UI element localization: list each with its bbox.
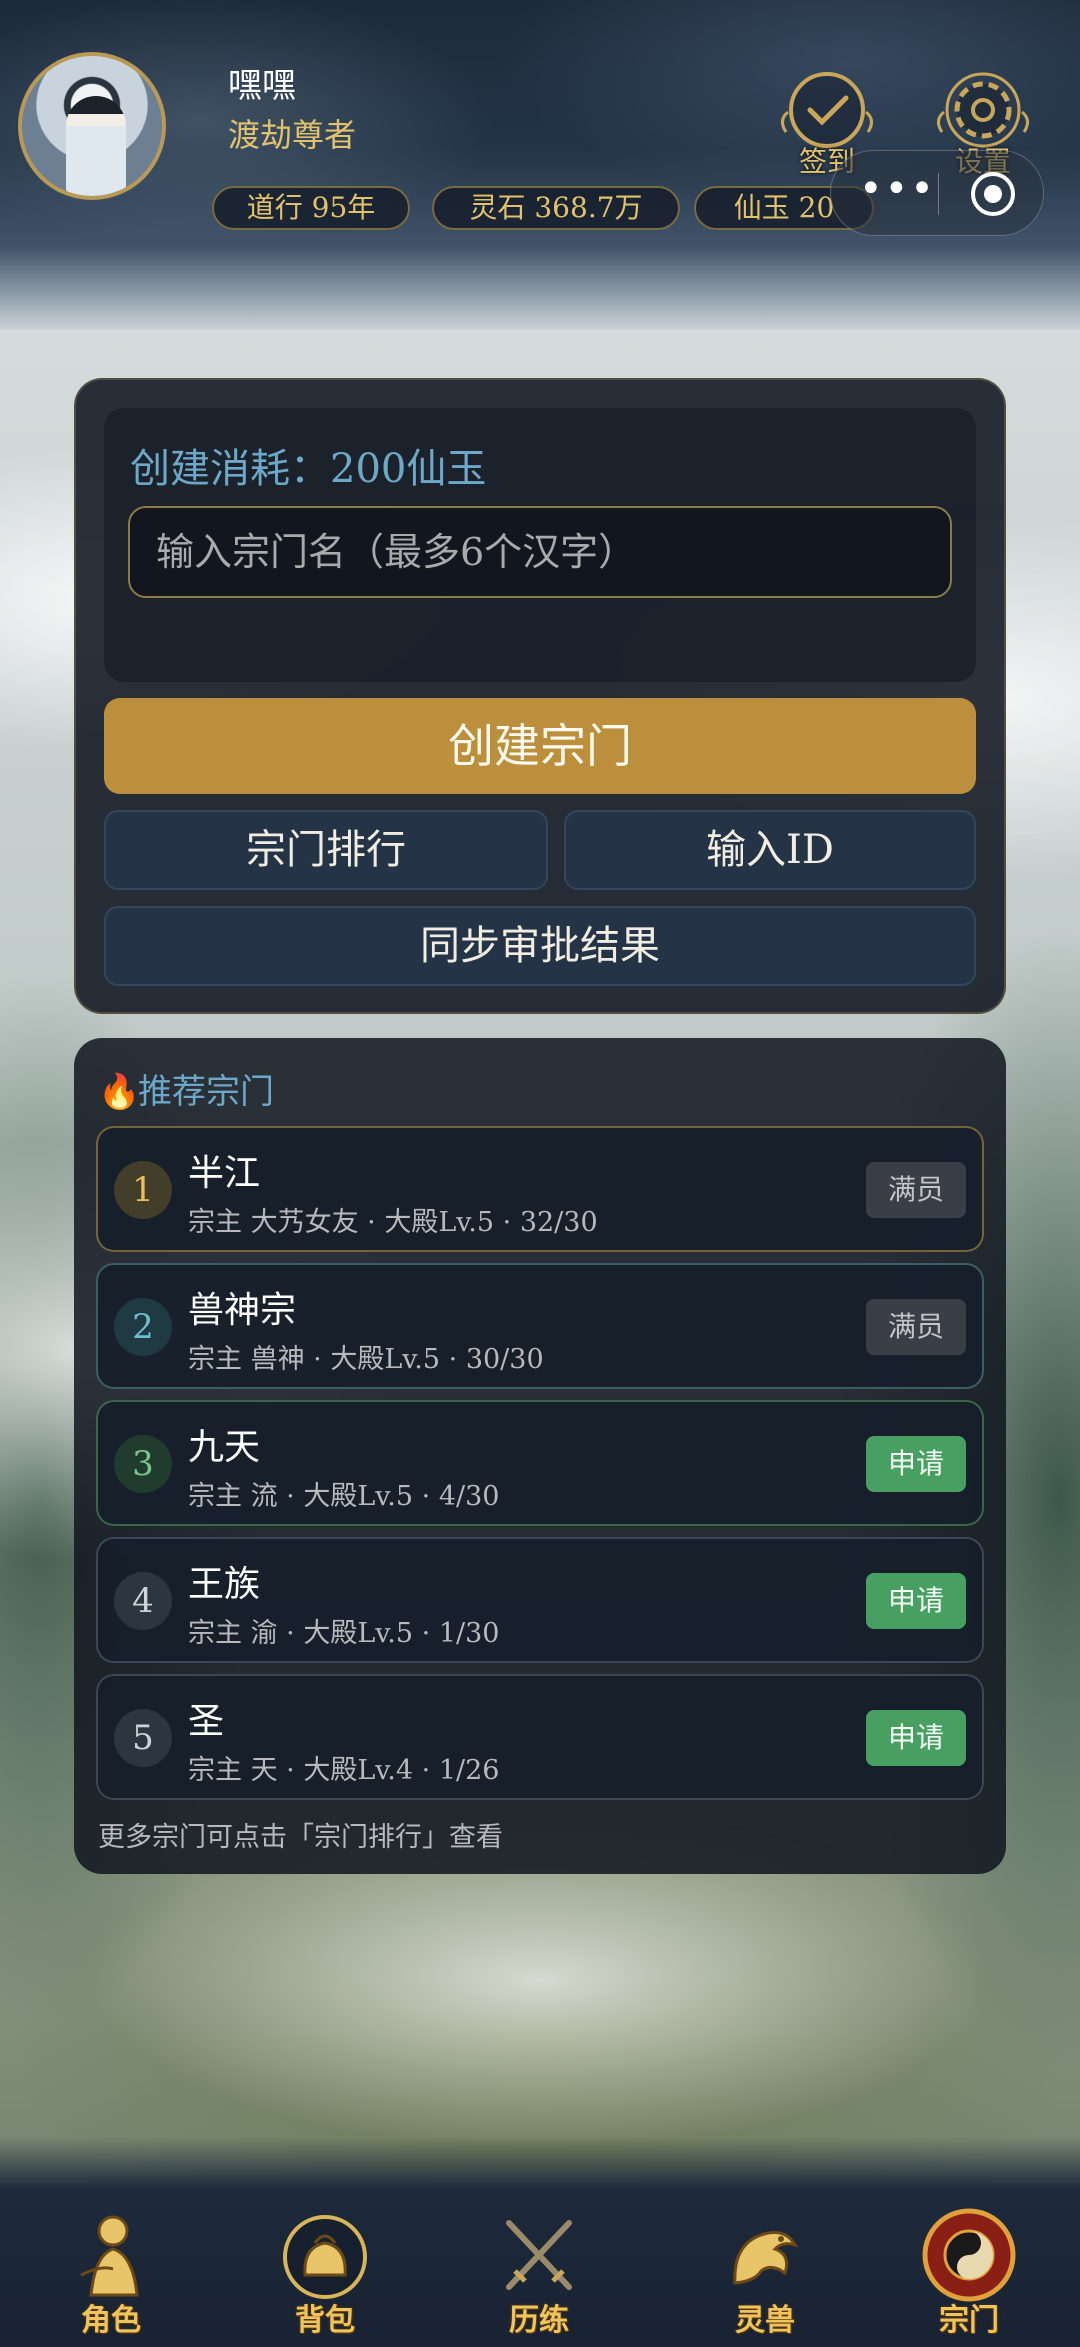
full-badge: 满员 [866,1162,966,1218]
sect-info: 宗主 大艿女友 · 大殿Lv.5 · 32/30 [188,1207,598,1238]
nav-label: 灵兽 [735,2303,795,2338]
sync-approval-button[interactable]: 同步审批结果 [104,906,976,986]
nav-character[interactable]: 角色 [56,2205,166,2338]
sect-info: 宗主 渝 · 大殿Lv.5 · 1/30 [188,1618,500,1649]
crossed-swords-icon [506,2220,572,2290]
more-menu-icon[interactable]: ••• [859,169,934,215]
rank-badge: 4 [114,1572,172,1630]
sect-name-input[interactable] [128,506,952,598]
recommended-header: 🔥推荐宗门 [98,1064,274,1113]
sect-row[interactable]: 4 王族 宗主 渝 · 大殿Lv.5 · 1/30 申请 [96,1537,984,1663]
apply-button[interactable]: 申请 [866,1573,966,1629]
nav-beast[interactable]: 灵兽 [710,2205,820,2338]
sect-info: 宗主 流 · 大殿Lv.5 · 4/30 [188,1481,500,1512]
recommended-title: 推荐宗门 [138,1072,274,1112]
sect-name: 王族 [188,1564,261,1605]
input-id-button[interactable]: 输入ID [564,810,976,890]
rank-badge: 1 [114,1161,172,1219]
nav-label: 宗门 [939,2303,999,2338]
player-avatar[interactable] [18,52,166,200]
sect-ranking-button[interactable]: 宗门排行 [104,810,548,890]
avatar-figure [66,96,126,196]
bag-icon [283,2215,367,2299]
apply-button[interactable]: 申请 [866,1436,966,1492]
settings-button[interactable]: 设置 [928,62,1038,178]
close-miniprogram-icon[interactable] [971,172,1015,216]
more-sects-hint: 更多宗门可点击「宗门排行」查看 [98,1822,503,1853]
sect-row[interactable]: 5 圣 宗主 天 · 大殿Lv.4 · 1/26 申请 [96,1674,984,1800]
sect-info: 宗主 天 · 大殿Lv.4 · 1/26 [188,1755,500,1786]
lingshi-pill: 灵石 368.7万 [432,186,680,230]
sect-row[interactable]: 3 九天 宗主 流 · 大殿Lv.5 · 4/30 申请 [96,1400,984,1526]
taiji-icon [922,2208,1016,2302]
nav-bag[interactable]: 背包 [270,2205,380,2338]
nav-label: 历练 [509,2303,569,2338]
fire-icon: 🔥 [98,1072,141,1112]
nav-sect[interactable]: 宗门 [914,2205,1024,2338]
nav-label: 背包 [295,2303,355,2338]
create-sect-button[interactable]: 创建宗门 [104,698,976,794]
nav-label: 角色 [81,2303,141,2338]
sect-row[interactable]: 1 半江 宗主 大艿女友 · 大殿Lv.5 · 32/30 满员 [96,1126,984,1252]
checkin-button[interactable]: 签到 [772,62,882,178]
sect-name: 兽神宗 [188,1290,297,1331]
player-title: 渡劫尊者 [228,116,357,154]
create-cost-label: 创建消耗：200仙玉 [130,446,487,492]
rank-badge: 2 [114,1298,172,1356]
sect-row[interactable]: 2 兽神宗 宗主 兽神 · 大殿Lv.5 · 30/30 满员 [96,1263,984,1389]
daoxing-pill: 道行 95年 [212,186,410,230]
rank-badge: 5 [114,1709,172,1767]
sect-name: 半江 [188,1153,261,1194]
character-icon [80,2215,139,2297]
dragon-icon [733,2231,799,2285]
sect-name: 九天 [188,1427,261,1468]
nav-training[interactable]: 历练 [484,2205,594,2338]
full-badge: 满员 [866,1299,966,1355]
sect-info: 宗主 兽神 · 大殿Lv.5 · 30/30 [188,1344,544,1375]
capsule-divider [938,173,939,215]
rank-badge: 3 [114,1435,172,1493]
apply-button[interactable]: 申请 [866,1710,966,1766]
sect-name: 圣 [188,1701,225,1742]
miniprogram-capsule: ••• [830,150,1044,236]
player-name: 嘿嘿 [228,66,296,106]
